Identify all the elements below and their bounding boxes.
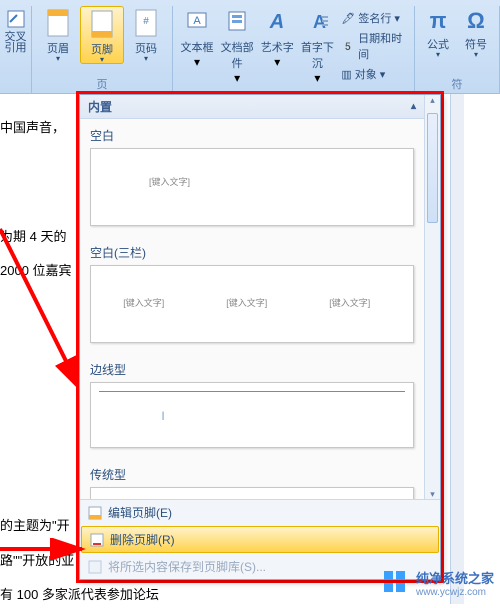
group-label: 符: [419, 76, 495, 94]
preview-edge: |: [90, 382, 414, 448]
wordart-icon: A: [264, 8, 290, 34]
gallery-item-blank[interactable]: 空白 [键入文字]: [80, 119, 424, 236]
parts-button[interactable]: 文档部件 ▾: [217, 6, 257, 85]
chevron-up-icon[interactable]: ▴: [411, 101, 416, 112]
gallery-item-blank3[interactable]: 空白(三栏) [键入文字] [键入文字] [键入文字]: [80, 236, 424, 353]
dropdown-arrow-icon: ▾: [297, 71, 337, 85]
textbox-icon: A: [184, 8, 210, 34]
omega-icon: Ω: [457, 8, 495, 34]
svg-text:#: #: [143, 16, 149, 27]
remove-icon: [90, 533, 104, 547]
signature-button[interactable]: 🖋签名行 ▾: [337, 10, 410, 26]
footer-button[interactable]: 页脚 ▾: [80, 6, 124, 64]
footer-icon: [89, 9, 115, 39]
symbol-button[interactable]: Ω 符号 ▾: [457, 6, 495, 58]
dropcap-icon: A: [304, 8, 330, 34]
preview-blank3: [键入文字] [键入文字] [键入文字]: [90, 265, 414, 343]
annotation-arrow-2: [0, 538, 90, 560]
dropdown-arrow-icon: ▾: [217, 71, 257, 85]
ribbon: 交叉 引用 页眉 ▾ 页脚 ▾ # 页码 ▾: [0, 0, 500, 94]
svg-text:A: A: [193, 15, 201, 27]
cross-reference-button[interactable]: 交叉 引用: [4, 6, 27, 54]
dropdown-arrow-icon: ▾: [419, 52, 457, 58]
signature-icon: 🖋: [341, 12, 355, 25]
cross-ref-icon: [5, 8, 27, 30]
preview-blank: [键入文字]: [90, 148, 414, 226]
object-button[interactable]: ▥对象 ▾: [337, 66, 410, 82]
remove-footer-button[interactable]: 删除页脚(R): [81, 526, 439, 553]
page-number-icon: #: [133, 8, 159, 38]
save-icon: [88, 560, 102, 574]
dropdown-arrow-icon: ▾: [177, 55, 217, 69]
dropcap-button[interactable]: A 首字下沉 ▾: [297, 6, 337, 85]
scroll-up-arrow-icon[interactable]: ▴: [425, 95, 440, 111]
dropdown-arrow-icon: ▾: [81, 57, 123, 63]
header-icon: [45, 8, 71, 38]
gallery-item-classic[interactable]: 传统型 1: [80, 458, 424, 505]
gallery-footer-commands: 编辑页脚(E) 删除页脚(R) 将所选内容保存到页脚库(S)...: [80, 499, 440, 579]
dropdown-arrow-icon: ▾: [457, 52, 495, 58]
footer-gallery-panel: 内置 ▴ 空白 [键入文字] 空白(三栏) [键入文字] [键入文字] [键入文…: [79, 94, 441, 580]
gallery-scroll-area[interactable]: 内置 ▴ 空白 [键入文字] 空白(三栏) [键入文字] [键入文字] [键入文…: [80, 95, 424, 505]
scrollbar-thumb[interactable]: [427, 113, 438, 223]
vertical-ruler: [450, 94, 464, 604]
gallery-scrollbar[interactable]: ▴ ▾: [424, 95, 440, 505]
section-builtin: 内置 ▴: [80, 95, 424, 119]
edit-icon: [88, 506, 102, 520]
dropdown-arrow-icon: ▾: [257, 55, 297, 69]
textbox-button[interactable]: A 文本框 ▾: [177, 6, 217, 85]
wordart-button[interactable]: A 艺术字 ▾: [257, 6, 297, 85]
watermark: 纯净系统之家 www.ycwjz.com: [382, 568, 494, 598]
page-number-button[interactable]: # 页码 ▾: [124, 6, 168, 64]
gallery-item-edge[interactable]: 边线型 |: [80, 353, 424, 458]
datetime-button[interactable]: 5️日期和时间: [337, 30, 410, 62]
svg-text:A: A: [269, 11, 284, 33]
annotation-arrow: [0, 224, 90, 404]
object-icon: ▥: [341, 68, 351, 81]
dropdown-arrow-icon: ▾: [124, 56, 168, 62]
dropdown-arrow-icon: ▾: [36, 56, 80, 62]
equation-button[interactable]: π 公式 ▾: [419, 6, 457, 58]
header-button[interactable]: 页眉 ▾: [36, 6, 80, 64]
pi-icon: π: [419, 8, 457, 34]
edit-footer-button[interactable]: 编辑页脚(E): [80, 500, 440, 525]
watermark-logo-icon: [382, 569, 410, 597]
group-label: 页: [36, 76, 168, 94]
datetime-icon: 5️: [341, 40, 355, 53]
parts-icon: [224, 8, 250, 34]
